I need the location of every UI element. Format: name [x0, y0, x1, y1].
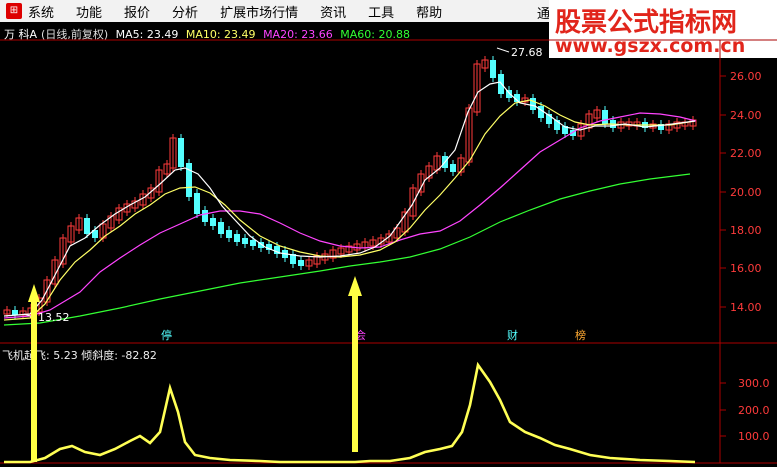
candle-body: [490, 60, 496, 78]
indicator-tick: 100.0: [738, 430, 770, 443]
ma5-line: [3, 81, 696, 317]
indicator-axis: 300.0 200.0 100.0: [720, 377, 770, 443]
candle-body: [242, 238, 248, 244]
price-tick: 22.00: [730, 147, 762, 160]
high-price-pointer: [496, 47, 510, 53]
candle-body: [84, 218, 90, 234]
high-price-label: 27.68: [511, 46, 543, 59]
candle-body: [202, 210, 208, 222]
event-tag: 停: [161, 328, 172, 342]
candle-body: [218, 222, 224, 234]
candle-body: [210, 218, 216, 226]
candle-body: [450, 164, 456, 172]
candle-body: [602, 110, 608, 124]
price-tick: 14.00: [730, 301, 762, 314]
candle-body: [12, 310, 18, 315]
price-tick: 16.00: [730, 262, 762, 275]
low-price-label: 13.52: [38, 311, 70, 324]
chart-canvas[interactable]: 26.00 24.00 22.00 20.00 18.00 16.00 14.0…: [0, 0, 777, 467]
buy-arrow-icon: [348, 276, 362, 452]
candle-body: [234, 234, 240, 242]
candle-body: [250, 240, 256, 246]
indicator-tick: 200.0: [738, 404, 770, 417]
event-tag: 榜: [575, 328, 586, 342]
candle-body: [194, 193, 200, 214]
candle-body: [226, 230, 232, 238]
indicator-line: [4, 361, 696, 464]
ma10-line: [3, 99, 696, 321]
candle-body: [186, 163, 192, 197]
ma60-line: [3, 173, 691, 326]
candle-body: [178, 138, 184, 167]
price-tick: 20.00: [730, 186, 762, 199]
price-axis: 26.00 24.00 22.00 20.00 18.00 16.00 14.0…: [720, 70, 762, 314]
indicator-tick: 300.0: [738, 377, 770, 390]
price-tick: 18.00: [730, 224, 762, 237]
price-tick: 24.00: [730, 109, 762, 122]
candlestick-series: [3, 56, 697, 319]
event-tag: 财: [507, 328, 518, 342]
candle-body: [298, 260, 304, 266]
price-tick: 26.00: [730, 70, 762, 83]
